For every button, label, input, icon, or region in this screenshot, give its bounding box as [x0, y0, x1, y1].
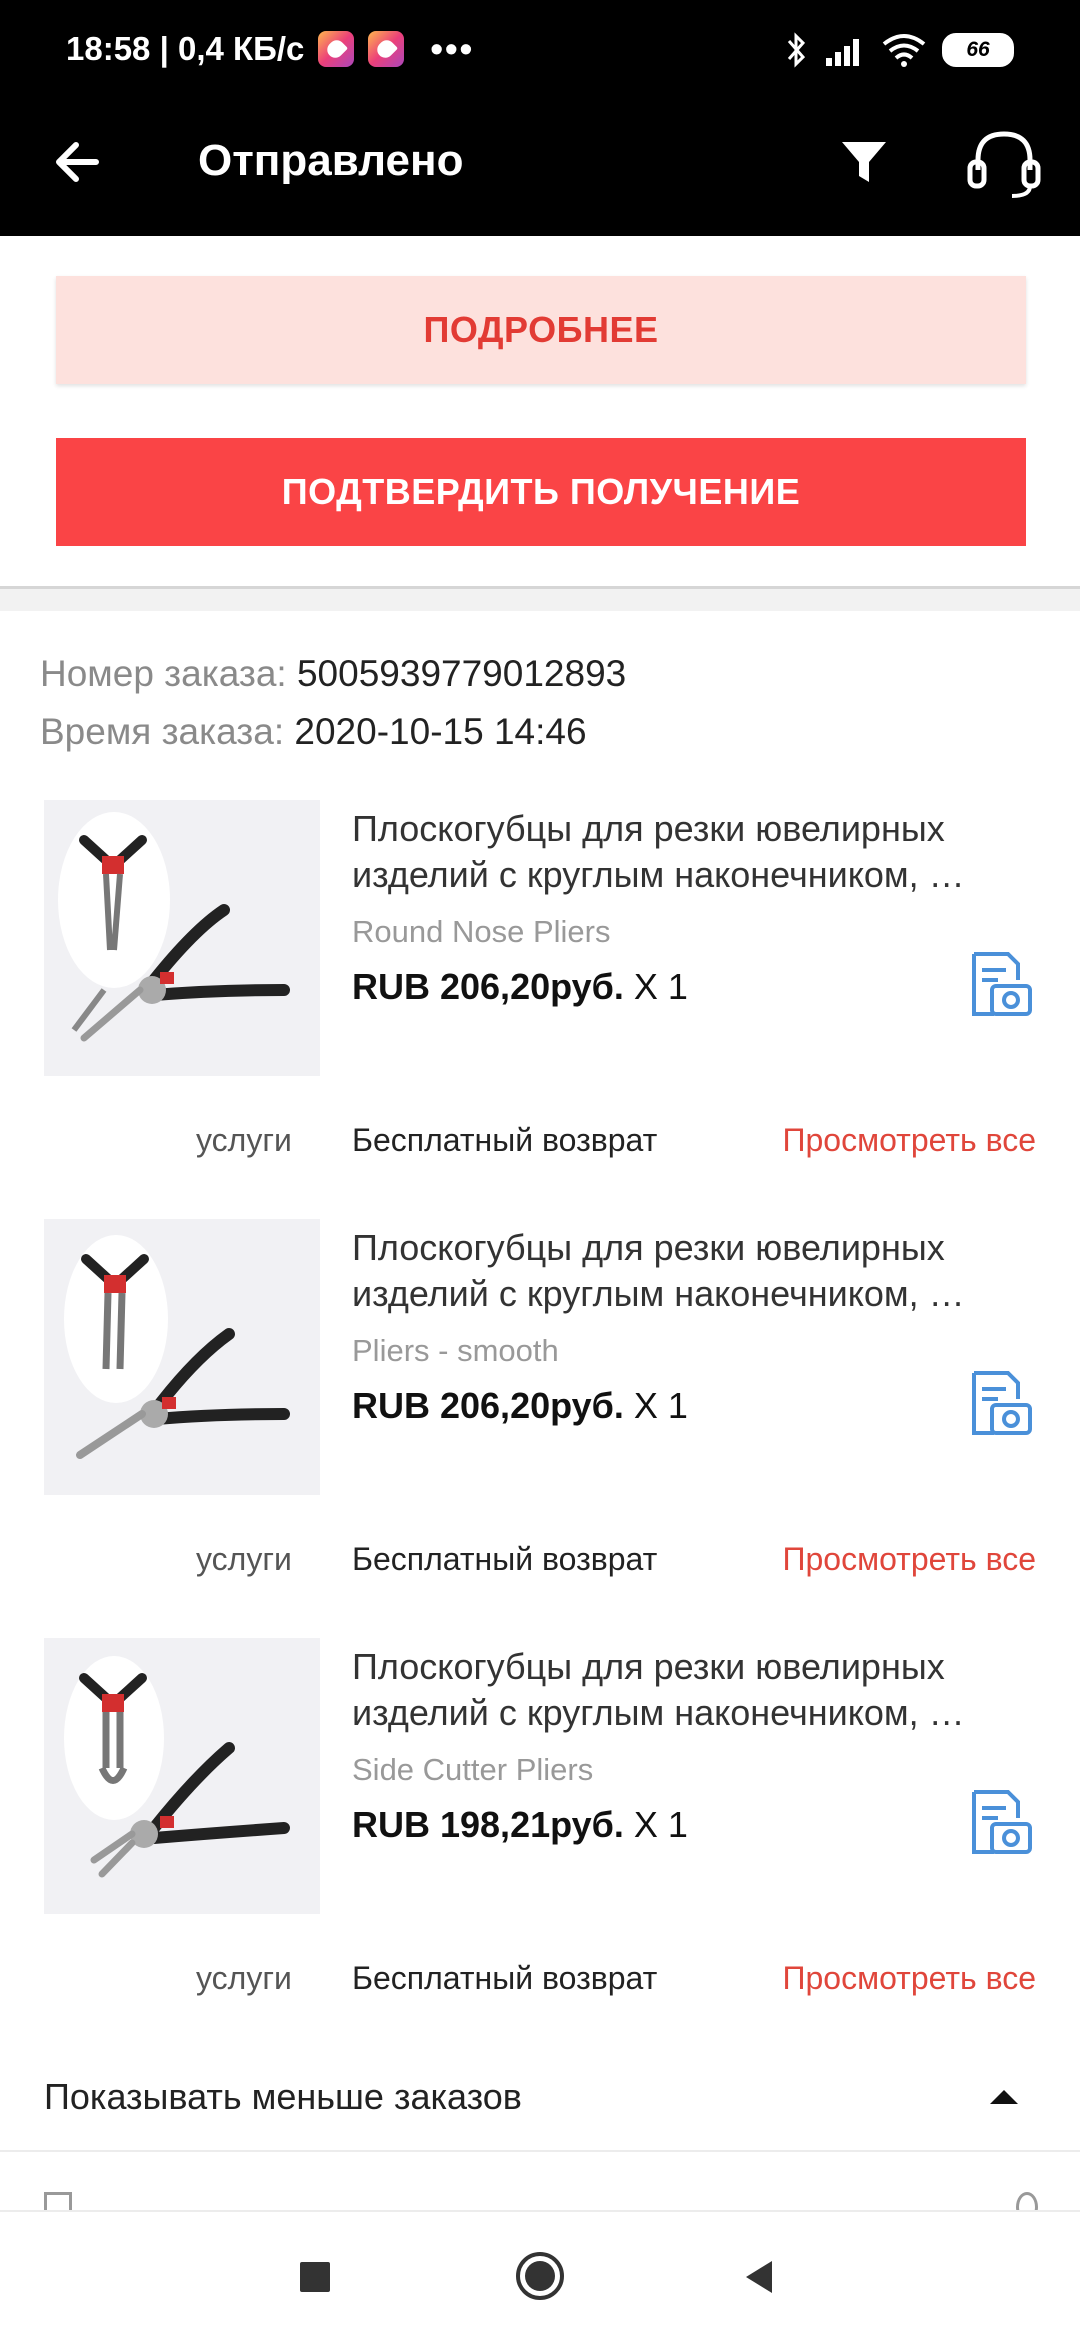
product-variant: Side Cutter Pliers	[352, 1752, 594, 1787]
product-thumbnail[interactable]	[44, 800, 320, 1076]
product-price-row: RUB 206,20руб. X 1	[352, 966, 688, 1008]
status-bar: 18:58 | 0,4 КБ/с ••• 66	[0, 0, 1080, 96]
product-title[interactable]: Плоскогубцы для резки ювелирных изделий …	[352, 806, 1042, 898]
order-time-label: Время заказа:	[40, 711, 285, 752]
smooth-pliers-image	[64, 1235, 290, 1459]
services-label: услуги	[196, 1960, 292, 1996]
product-thumbnail[interactable]	[44, 1219, 320, 1495]
more-notifications-icon: •••	[430, 28, 475, 69]
view-all-link[interactable]: Просмотреть все	[782, 1541, 1036, 1578]
likee-app-icon	[368, 31, 405, 67]
filter-icon[interactable]	[832, 130, 896, 194]
clipped-glyph	[1016, 2192, 1038, 2210]
order-time-value: 2020-10-15 14:46	[294, 711, 587, 752]
product-price-row: RUB 198,21руб. X 1	[352, 1804, 688, 1846]
section-divider	[0, 589, 1080, 611]
caret-up-icon	[990, 2090, 1018, 2104]
confirm-receipt-button[interactable]: ПОДТВЕРДИТЬ ПОЛУЧЕНИЕ	[56, 438, 1026, 546]
show-less-orders-label: Показывать меньше заказов	[44, 2076, 522, 2117]
likee-app-icon	[318, 31, 355, 67]
photo-document-icon[interactable]	[968, 1788, 1034, 1858]
view-all-link[interactable]: Просмотреть все	[782, 1122, 1036, 1159]
order-number-row: Номер заказа: 5005939779012893	[40, 645, 626, 703]
bluetooth-icon	[787, 32, 806, 68]
services-label: услуги	[196, 1122, 292, 1158]
free-return-label: Бесплатный возврат	[352, 1122, 658, 1158]
product-price-row: RUB 206,20руб. X 1	[352, 1385, 688, 1427]
product-quantity: X 1	[633, 1385, 688, 1426]
product-price: RUB 198,21руб.	[352, 1804, 624, 1845]
order-item[interactable]: Плоскогубцы для резки ювелирных изделий …	[0, 1219, 1080, 1579]
order-item[interactable]: Плоскогубцы для резки ювелирных изделий …	[0, 1638, 1080, 1998]
support-headset-icon[interactable]	[962, 126, 1046, 200]
status-time-speed: 18:58 | 0,4 КБ/с	[66, 30, 305, 67]
product-title[interactable]: Плоскогубцы для резки ювелирных изделий …	[352, 1225, 1042, 1317]
page-title: Отправлено	[198, 136, 464, 185]
product-price: RUB 206,20руб.	[352, 1385, 624, 1426]
wifi-icon	[882, 34, 926, 67]
home-button[interactable]	[514, 2250, 566, 2302]
photo-document-icon[interactable]	[968, 1369, 1034, 1439]
system-back-button[interactable]	[740, 2257, 780, 2297]
product-quantity: X 1	[633, 966, 688, 1007]
order-info: Номер заказа: 5005939779012893 Время зак…	[40, 645, 626, 761]
details-button[interactable]: ПОДРОБНЕЕ	[56, 276, 1026, 384]
product-title[interactable]: Плоскогубцы для резки ювелирных изделий …	[352, 1644, 1042, 1736]
order-actions: ПОДРОБНЕЕ ПОДТВЕРДИТЬ ПОЛУЧЕНИЕ	[0, 236, 1080, 589]
side-cutter-pliers-image	[64, 1656, 290, 1878]
system-nav-bar	[0, 2210, 1080, 2342]
photo-document-icon[interactable]	[968, 950, 1034, 1020]
product-variant: Pliers - smooth	[352, 1333, 559, 1368]
services-label: услуги	[196, 1541, 292, 1577]
app-bar: Отправлено	[0, 96, 1080, 236]
free-return-label: Бесплатный возврат	[352, 1960, 658, 1996]
order-number-value: 5005939779012893	[296, 653, 627, 694]
order-item[interactable]: Плоскогубцы для резки ювелирных изделий …	[0, 800, 1080, 1160]
free-return-label: Бесплатный возврат	[352, 1541, 658, 1577]
next-row-clipped	[0, 2152, 1080, 2210]
round-nose-pliers-image	[58, 812, 290, 1042]
status-left: 18:58 | 0,4 КБ/с •••	[66, 26, 474, 72]
product-variant: Round Nose Pliers	[352, 914, 611, 949]
back-arrow-icon[interactable]	[46, 130, 110, 194]
battery-indicator: 66	[942, 33, 1014, 67]
product-thumbnail[interactable]	[44, 1638, 320, 1914]
show-less-orders-toggle[interactable]: Показывать меньше заказов	[0, 2040, 1080, 2152]
product-price: RUB 206,20руб.	[352, 966, 624, 1007]
view-all-link[interactable]: Просмотреть все	[782, 1960, 1036, 1997]
product-quantity: X 1	[633, 1804, 688, 1845]
status-right: 66	[786, 30, 1014, 70]
signal-icon	[826, 39, 859, 66]
recent-apps-button[interactable]	[300, 2262, 330, 2292]
clipped-glyph	[44, 2192, 72, 2210]
order-time-row: Время заказа: 2020-10-15 14:46	[40, 703, 626, 761]
order-number-label: Номер заказа:	[40, 653, 287, 694]
